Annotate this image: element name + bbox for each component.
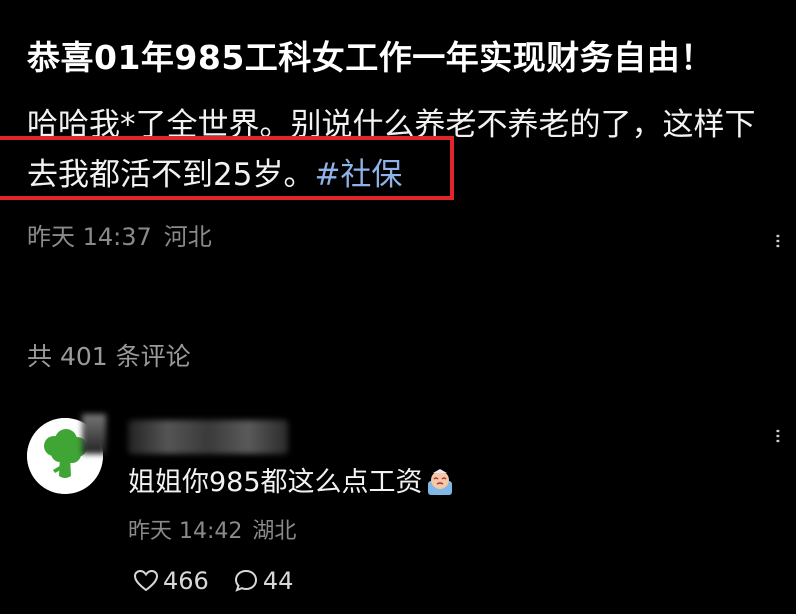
post-more-icon[interactable]: ··· (764, 225, 789, 255)
crying-face-icon (427, 469, 452, 495)
comment-actions: 466 44 (133, 563, 293, 599)
like-button[interactable]: 466 (133, 567, 209, 595)
post-location: 河北 (163, 223, 212, 251)
comment-time: 昨天 14:42 (128, 519, 243, 544)
comment-more-icon[interactable]: ··· (764, 420, 789, 450)
post-detail-screen: 恭喜01年985工科女工作一年实现财务自由！ 哈哈我*了全世界。别说什么养老不养… (0, 0, 796, 614)
comment-location: 湖北 (252, 519, 297, 544)
blurred-username[interactable] (128, 420, 288, 454)
post-meta: 昨天 14:37 河北 (27, 219, 212, 255)
blurred-avatar-edge (82, 414, 106, 454)
comment-text-row: 姐姐你985都这么点工资 (128, 463, 455, 503)
comment-count: 共 401 条评论 (27, 342, 191, 371)
comment-meta: 昨天 14:42 湖北 (128, 515, 296, 549)
red-highlight-box (0, 136, 454, 200)
comment-text: 姐姐你985都这么点工资 (128, 467, 423, 498)
reply-count: 44 (262, 567, 294, 595)
comment-bubble-icon (234, 569, 257, 592)
heart-icon (133, 569, 159, 592)
reply-button[interactable]: 44 (233, 567, 294, 595)
post-title: 恭喜01年985工科女工作一年实现财务自由！ (27, 38, 714, 77)
like-count: 466 (163, 567, 209, 595)
post-time: 昨天 14:37 (27, 223, 152, 251)
